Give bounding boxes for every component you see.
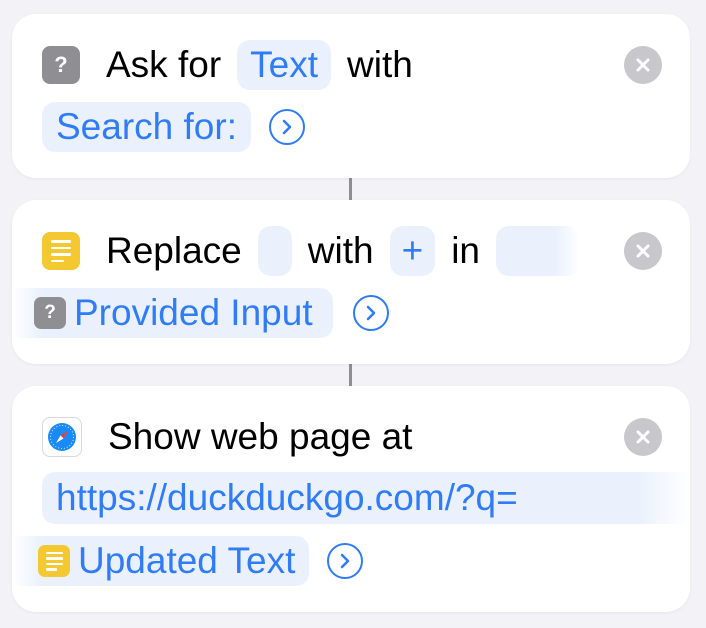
input-type-token[interactable]: Text [237,40,331,90]
find-text-field[interactable] [257,226,292,276]
flow-connector [349,364,352,386]
expand-options-button[interactable] [268,109,305,145]
updated-text-variable[interactable]: Updated Text [12,536,310,586]
action-label-with: with [307,230,374,271]
remove-action-button[interactable] [624,418,662,456]
action-label-with: with [347,44,413,85]
provided-input-variable[interactable]: ? Provided Input [12,288,333,338]
text-replace-icon [38,545,70,577]
close-icon [636,58,650,72]
text-replace-icon [42,232,80,270]
action-card-show-web-page[interactable]: Show web page at https://duckduckgo.com/… [12,386,690,612]
safari-icon [42,417,82,457]
remove-action-button[interactable] [624,46,662,84]
action-label-in: in [451,230,480,271]
close-icon [636,430,650,444]
chevron-right-icon [366,305,375,321]
remove-action-button[interactable] [624,232,662,270]
action-label: Ask for [106,44,222,85]
chevron-right-icon [282,119,292,135]
target-text-field[interactable] [496,226,580,276]
replace-text-token[interactable]: + [389,226,436,276]
prompt-token[interactable]: Search for: [42,102,251,152]
chevron-right-icon [341,553,350,569]
expand-options-button[interactable] [327,543,364,579]
action-label: Replace [106,230,242,271]
expand-options-button[interactable] [352,295,389,331]
action-card-ask-for-input[interactable]: ? Ask for Text with Search for: [12,14,690,178]
url-field[interactable]: https://duckduckgo.com/?q= [42,472,690,524]
ask-for-input-icon: ? [42,46,80,84]
close-icon [636,244,650,258]
flow-connector [349,178,352,200]
variable-label: Provided Input [74,292,313,333]
variable-label: Updated Text [78,540,296,581]
action-card-replace-text[interactable]: Replace with + in ? Provided Input [12,200,690,364]
ask-for-input-icon: ? [34,297,66,329]
action-label: Show web page at [108,416,413,457]
